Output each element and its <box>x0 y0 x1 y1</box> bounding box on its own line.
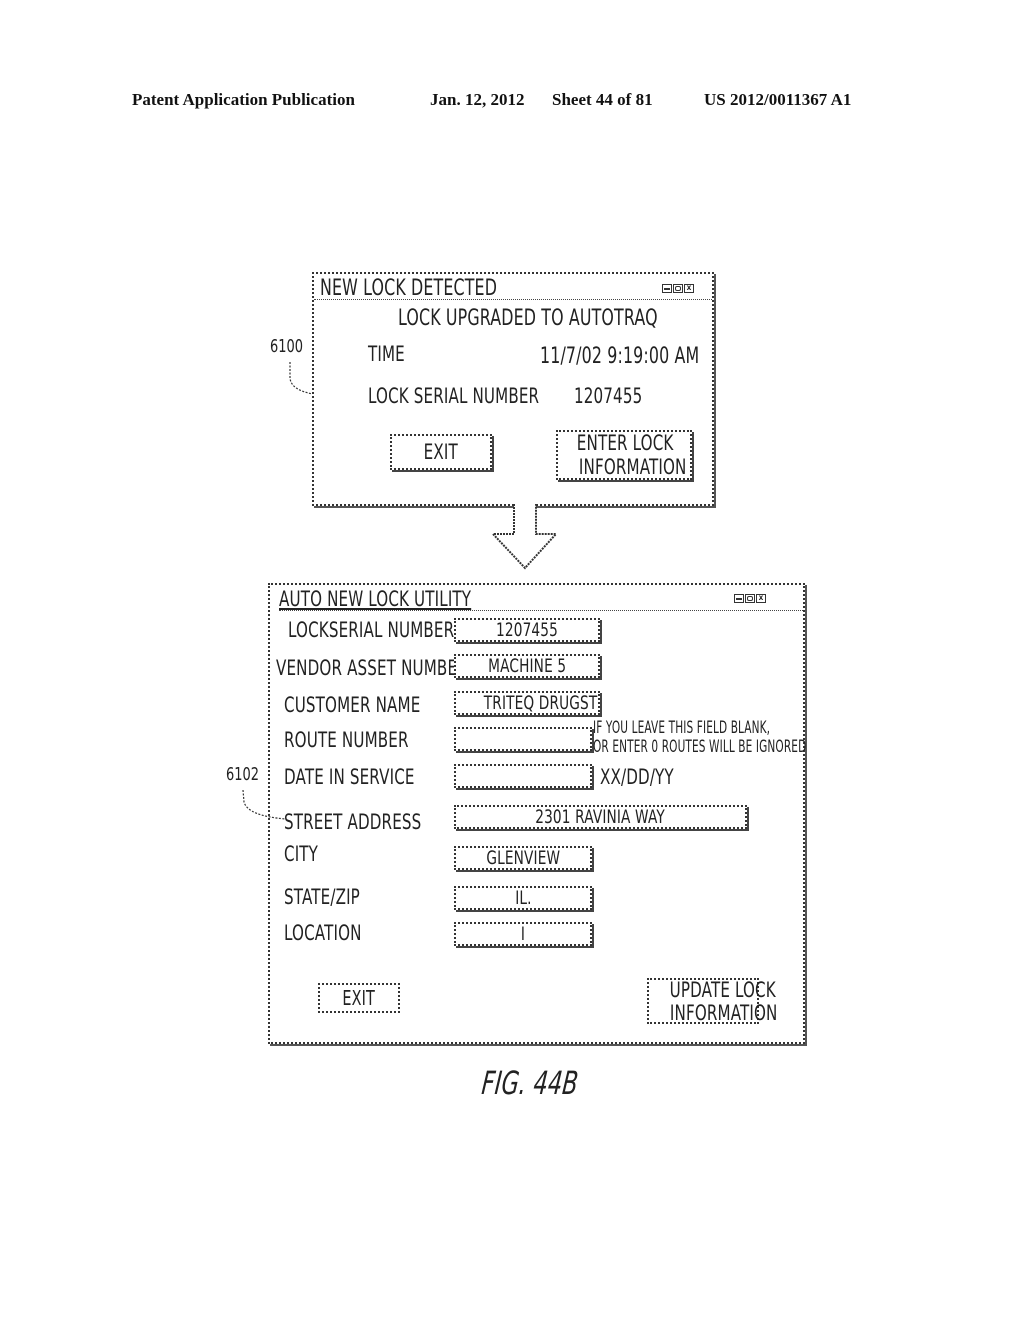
update-lock-information-button[interactable]: UPDATE LOCK INFORMATION <box>647 978 777 1024</box>
title-divider <box>314 299 712 300</box>
street-address-field[interactable]: 2301 RAVINIA WAY <box>454 805 747 829</box>
reference-leader-6102 <box>242 789 287 820</box>
minimize-icon[interactable] <box>662 284 672 293</box>
customer-name-field[interactable]: TRITEQ DRUGSTORE <box>454 691 600 715</box>
field-label-city: CITY <box>284 842 319 866</box>
exit-button[interactable]: EXIT <box>390 434 492 470</box>
enter-lock-information-button[interactable]: ENTER LOCK INFORMATION <box>556 430 692 480</box>
field-label-state-zip: STATE/ZIP <box>284 885 360 909</box>
reference-label-6102: 6102 <box>226 764 259 785</box>
vendor-asset-number-field[interactable]: MACHINE 5 <box>454 654 600 678</box>
field-label-route-number: ROUTE NUMBER <box>284 728 409 752</box>
window-controls: x <box>662 284 694 293</box>
window-controls: x <box>734 594 766 603</box>
dialog-title: NEW LOCK DETECTED <box>320 276 498 301</box>
figure-caption: FIG. 44B <box>480 1064 580 1102</box>
field-label-customer-name: CUSTOMER NAME <box>284 693 421 717</box>
down-arrow-icon <box>490 504 559 570</box>
reference-label-6100: 6100 <box>270 336 303 357</box>
field-label-date-in-service: DATE IN SERVICE <box>284 765 415 789</box>
publication-date: Jan. 12, 2012 <box>430 90 525 109</box>
date-format-hint: XX/DD/YY <box>600 765 674 789</box>
route-number-note: IF YOU LEAVE THIS FIELD BLANK, OR ENTER … <box>593 718 807 757</box>
date-in-service-field[interactable] <box>454 764 592 788</box>
close-icon[interactable]: x <box>756 594 766 603</box>
lock-serial-value: 1207455 <box>574 384 643 408</box>
time-label: TIME <box>368 342 405 366</box>
field-label-location: LOCATION <box>284 921 362 945</box>
lock-serial-number-field[interactable]: 1207455 <box>454 618 600 642</box>
exit-button[interactable]: EXIT <box>318 983 400 1013</box>
maximize-icon[interactable] <box>673 284 683 293</box>
publication-label: Patent Application Publication <box>132 90 355 109</box>
field-label-street-address: STREET ADDRESS <box>284 810 422 834</box>
location-field[interactable]: I <box>454 922 592 946</box>
state-zip-field[interactable]: IL. <box>454 886 592 910</box>
new-lock-detected-dialog: NEW LOCK DETECTED x LOCK UPGRADED TO AUT… <box>312 272 714 506</box>
route-number-field[interactable] <box>454 727 592 751</box>
close-icon[interactable]: x <box>684 284 694 293</box>
sheet-number: Sheet 44 of 81 <box>552 90 653 109</box>
maximize-icon[interactable] <box>745 594 755 603</box>
city-field[interactable]: GLENVIEW <box>454 846 592 870</box>
title-divider <box>279 610 803 611</box>
patent-number: US 2012/0011367 A1 <box>704 90 852 109</box>
dialog-title: AUTO NEW LOCK UTILITY <box>279 587 472 611</box>
lock-serial-label: LOCK SERIAL NUMBER <box>368 384 540 408</box>
minimize-icon[interactable] <box>734 594 744 603</box>
upgrade-message: LOCK UPGRADED TO AUTOTRAQ <box>398 306 658 331</box>
auto-new-lock-utility-dialog: AUTO NEW LOCK UTILITY x LOCKSERIAL NUMBE… <box>268 583 806 1044</box>
time-value: 11/7/02 9:19:00 AM <box>540 344 700 369</box>
